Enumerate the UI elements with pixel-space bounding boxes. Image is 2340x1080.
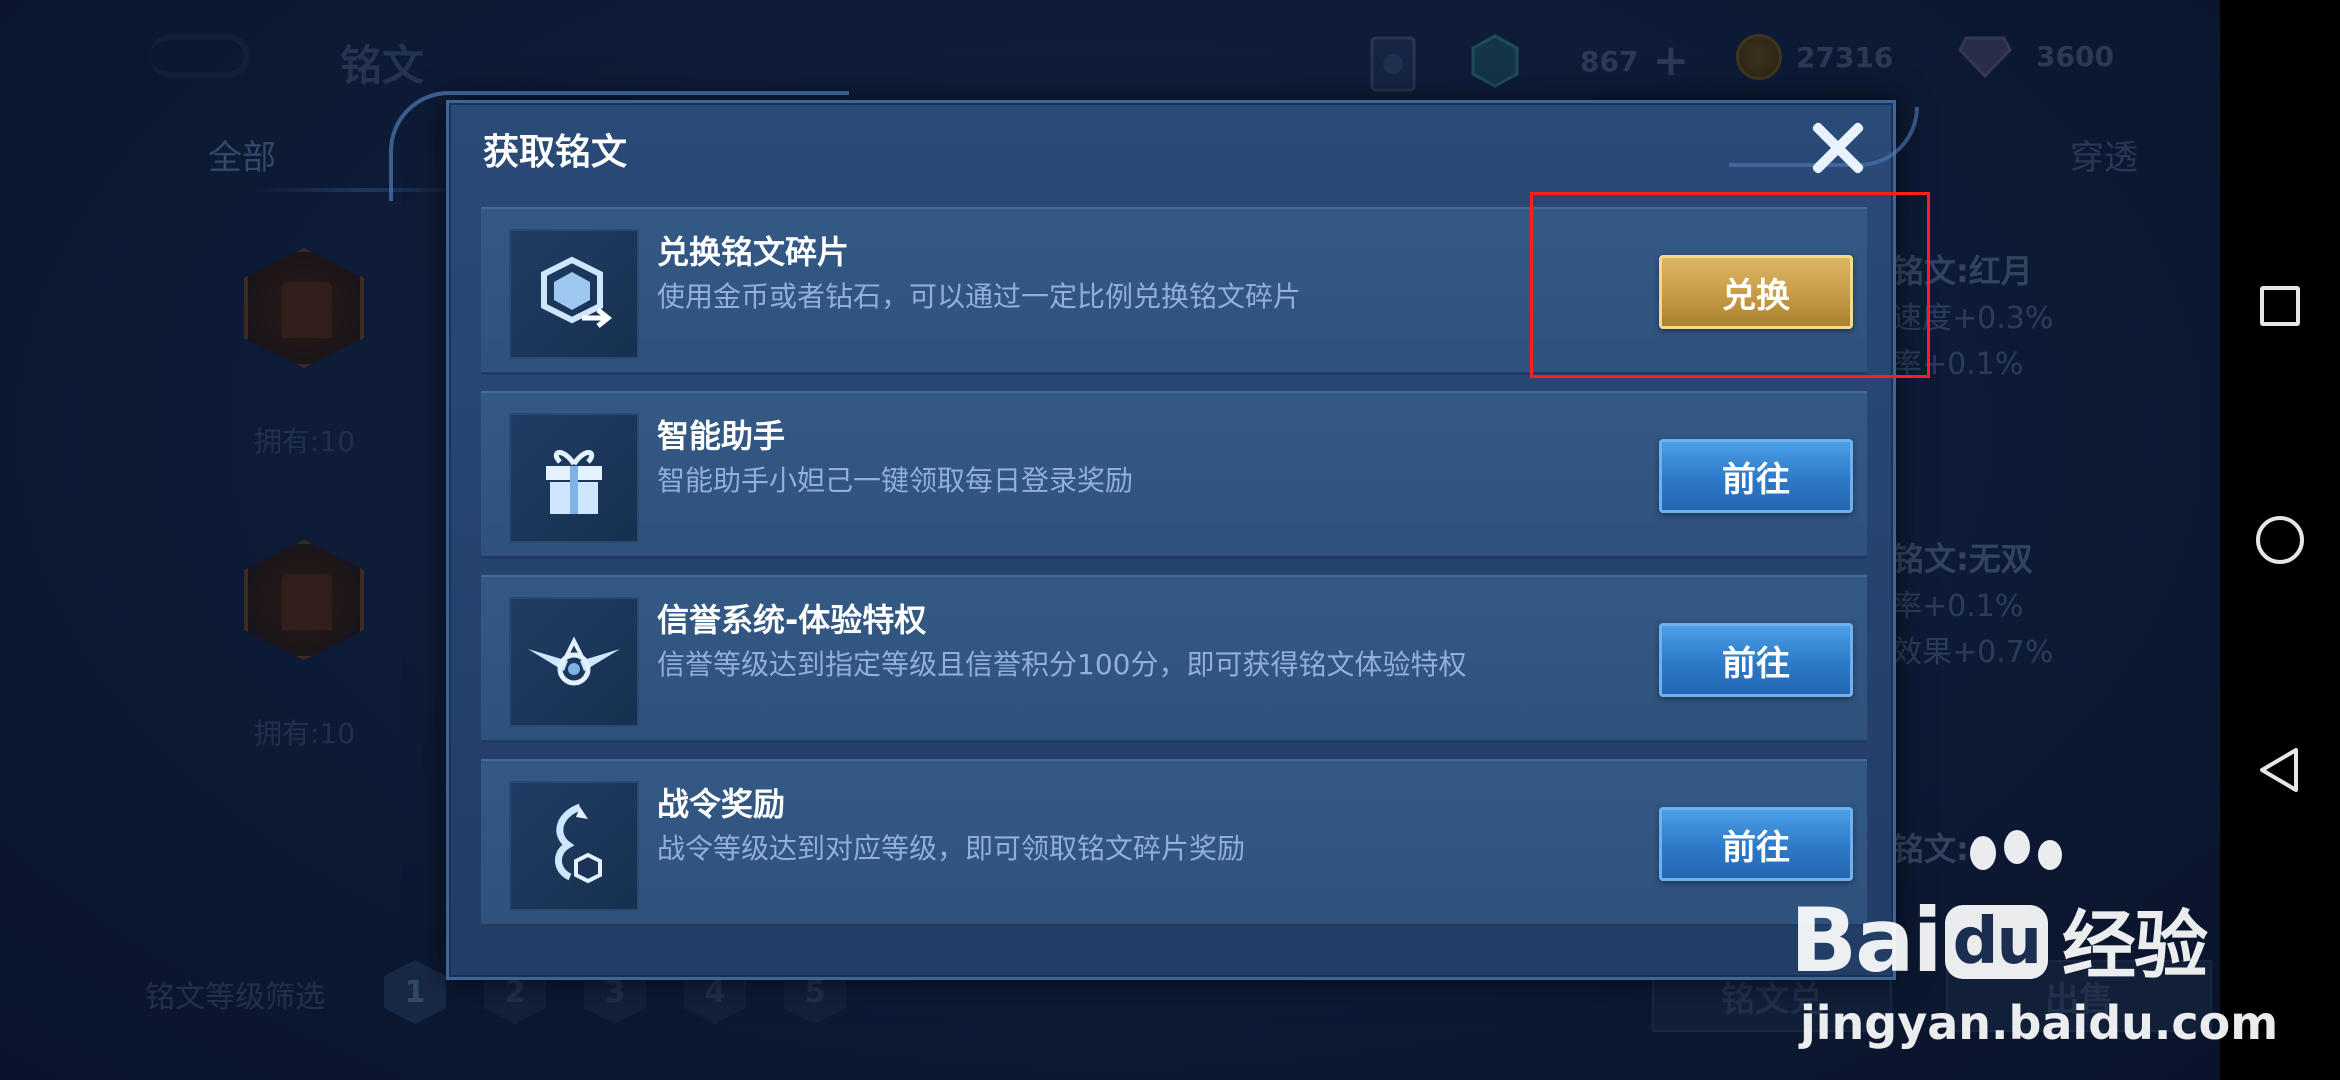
go-button[interactable]: 前往 xyxy=(1659,623,1853,697)
battle-pass-icon xyxy=(509,781,639,911)
list-item-credit-system: 信誉系统-体验特权 信誉等级达到指定等级且信誉积分100分，即可获得铭文体验特权… xyxy=(481,575,1867,743)
exchange-icon xyxy=(509,229,639,359)
go-button[interactable]: 前往 xyxy=(1659,807,1853,881)
list-item-smart-assistant: 智能助手 智能助手小妲己一键领取每日登录奖励 前往 xyxy=(481,391,1867,559)
item-title: 智能助手 xyxy=(657,417,786,455)
item-title: 战令奖励 xyxy=(657,785,786,823)
list-item-exchange: 兑换铭文碎片 使用金币或者钻石，可以通过一定比例兑换铭文碎片 兑换 xyxy=(481,207,1867,375)
close-icon[interactable] xyxy=(1807,117,1867,177)
item-description: 战令等级达到对应等级，即可领取铭文碎片奖励 xyxy=(657,832,1246,865)
item-description: 智能助手小妲己一键领取每日登录奖励 xyxy=(657,464,1134,497)
item-title: 兑换铭文碎片 xyxy=(657,233,850,271)
get-rune-dialog: 获取铭文 兑换铭文碎片 使用金币或者钻石，可以通过一定比例兑换铭文碎片 兑换 智… xyxy=(389,91,1919,980)
gift-icon xyxy=(509,413,639,543)
system-nav-bar xyxy=(2220,0,2340,1080)
item-description: 信誉等级达到指定等级且信誉积分100分，即可获得铭文体验特权 xyxy=(657,648,1467,681)
back-triangle-icon[interactable] xyxy=(2256,746,2304,794)
credit-wings-icon xyxy=(509,597,639,727)
list-item-battle-pass: 战令奖励 战令等级达到对应等级，即可领取铭文碎片奖励 前往 xyxy=(481,759,1867,927)
item-description: 使用金币或者钻石，可以通过一定比例兑换铭文碎片 xyxy=(657,280,1302,313)
exchange-button[interactable]: 兑换 xyxy=(1659,255,1853,329)
dialog-title: 获取铭文 xyxy=(483,132,628,173)
home-icon[interactable] xyxy=(2256,516,2304,564)
go-button[interactable]: 前往 xyxy=(1659,439,1853,513)
recent-apps-icon[interactable] xyxy=(2260,286,2300,326)
item-title: 信誉系统-体验特权 xyxy=(657,601,927,639)
